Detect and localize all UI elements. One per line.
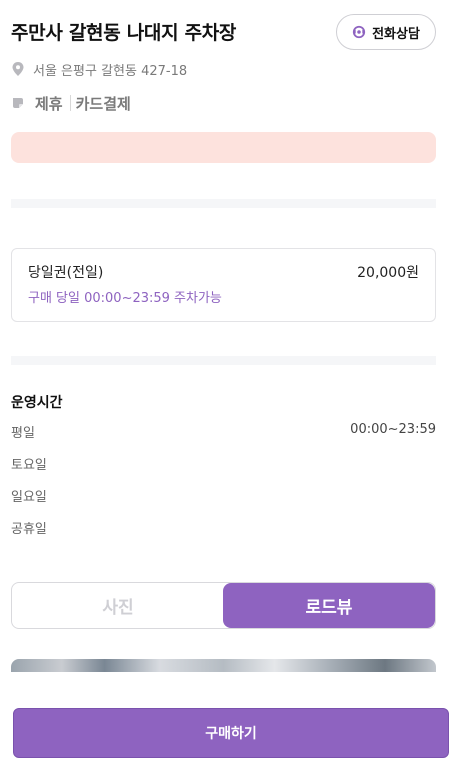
notice-banner [11, 132, 436, 163]
hours-row-sunday: 일요일 [11, 478, 436, 510]
location-pin-icon [12, 62, 24, 76]
tab-photo[interactable]: 사진 [12, 583, 224, 628]
tag-divider [69, 95, 71, 111]
tag-partner: 제휴 [35, 94, 63, 113]
ticket-description: 구매 당일 00:00~23:59 주차가능 [28, 291, 222, 306]
hours-day: 평일 [11, 426, 35, 441]
header: 주만사 갈현동 나대지 주차장 전화상담 [11, 14, 436, 50]
call-consult-label: 전화상담 [372, 26, 420, 42]
page-title: 주만사 갈현동 나대지 주차장 [11, 22, 237, 44]
section-divider [11, 356, 436, 365]
ticket-price: 20,000원 [357, 265, 419, 281]
media-tab-switch: 사진 로드뷰 [11, 582, 436, 629]
hours-day: 일요일 [11, 490, 47, 505]
hours-row-weekday: 평일 00:00~23:59 [11, 414, 436, 446]
section-divider [11, 199, 436, 208]
tag-card-payment: 카드결제 [75, 94, 131, 113]
tab-roadview[interactable]: 로드뷰 [223, 583, 435, 628]
tag-icon [13, 98, 23, 108]
operating-hours: 운영시간 평일 00:00~23:59 토요일 일요일 공휴일 [11, 392, 436, 542]
tag-row: 제휴 카드결제 [11, 92, 131, 114]
headset-icon [352, 25, 366, 39]
address-text: 서울 은평구 갈현동 427-18 [33, 63, 188, 79]
call-consult-button[interactable]: 전화상담 [336, 14, 436, 50]
bottom-action-bar: 구매하기 [0, 672, 459, 767]
purchase-button[interactable]: 구매하기 [13, 708, 449, 758]
hours-day: 공휴일 [11, 522, 47, 537]
hours-row-saturday: 토요일 [11, 446, 436, 478]
ticket-card[interactable]: 당일권(전일) 20,000원 구매 당일 00:00~23:59 주차가능 [11, 248, 436, 322]
hours-row-holiday: 공휴일 [11, 510, 436, 542]
roadview-image[interactable] [11, 659, 436, 673]
hours-time: 00:00~23:59 [350, 422, 436, 437]
hours-day: 토요일 [11, 458, 47, 473]
hours-title: 운영시간 [11, 395, 63, 411]
ticket-name: 당일권(전일) [28, 265, 104, 281]
address-row: 서울 은평구 갈현동 427-18 [11, 59, 187, 79]
